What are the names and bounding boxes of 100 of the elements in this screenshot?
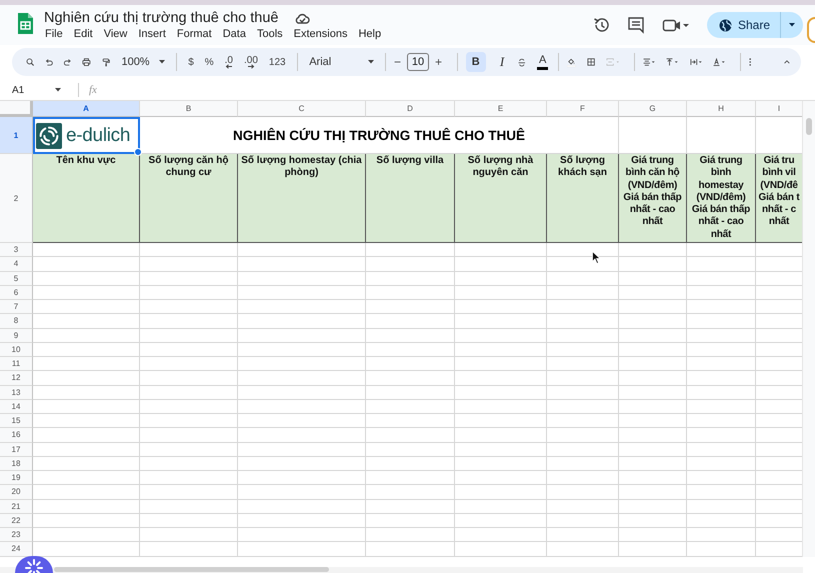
table-cell[interactable] [140,471,238,486]
menu-item[interactable]: Extensions [294,28,348,40]
number-format-button[interactable]: .00 [240,56,262,68]
table-cell[interactable] [366,386,455,400]
column-header[interactable]: I [756,101,802,117]
row-header[interactable]: 10 [0,342,33,357]
table-cell[interactable] [687,542,756,556]
table-cell[interactable] [455,328,547,343]
table-cell[interactable] [33,257,140,272]
table-cell[interactable] [547,314,619,328]
table-cell[interactable] [455,300,547,314]
table-cell[interactable] [619,243,687,258]
table-cell[interactable] [140,456,238,471]
table-cell[interactable] [238,371,366,386]
menu-item[interactable]: Format [176,28,212,40]
row-header[interactable]: 22 [0,514,33,528]
table-cell[interactable] [455,442,547,457]
table-cell[interactable] [619,314,687,328]
table-cell[interactable] [687,257,756,272]
table-cell[interactable] [547,286,619,300]
row-header[interactable]: 7 [0,300,33,314]
italic-button[interactable]: I [494,52,510,72]
table-cell[interactable] [33,514,140,528]
table-cell[interactable] [238,328,366,343]
table-cell[interactable] [238,357,366,372]
row-header[interactable]: 21 [0,500,33,514]
table-cell[interactable] [366,414,455,428]
header-cell[interactable]: Giá trung bình căn hộ (VND/đêm) Giá bán thấp nhất - cao nhất [619,154,687,243]
table-cell[interactable] [366,328,455,343]
table-cell[interactable] [33,471,140,486]
table-cell[interactable] [455,414,547,428]
table-cell[interactable] [619,386,687,400]
row-header[interactable]: 12 [0,371,33,386]
table-cell[interactable] [238,442,366,457]
table-cell[interactable] [687,485,756,500]
table-cell[interactable] [547,386,619,400]
table-cell[interactable] [455,500,547,514]
table-cell[interactable] [455,314,547,328]
table-cell[interactable] [140,400,238,414]
header-cell[interactable]: Số lượng villa [366,154,455,243]
table-cell[interactable] [455,371,547,386]
table-cell[interactable] [238,528,366,542]
table-cell[interactable] [140,328,238,343]
table-cell[interactable] [619,456,687,471]
table-cell[interactable] [455,542,547,556]
table-cell[interactable] [33,414,140,428]
table-cell[interactable] [455,400,547,414]
table-cell[interactable] [33,328,140,343]
table-cell[interactable] [366,428,455,442]
table-cell[interactable] [687,400,756,414]
table-cell[interactable] [619,257,687,272]
table-cell[interactable] [547,485,619,500]
avatar[interactable] [807,17,815,43]
menu-item[interactable]: View [104,28,128,40]
table-cell[interactable] [366,257,455,272]
table-cell[interactable] [619,485,687,500]
row-header[interactable]: 6 [0,286,33,300]
row-header[interactable]: 4 [0,257,33,272]
table-cell[interactable] [33,428,140,442]
table-cell[interactable] [33,442,140,457]
table-cell[interactable] [33,272,140,286]
table-cell[interactable] [366,243,455,258]
table-cell[interactable] [547,414,619,428]
logo-icon[interactable] [36,122,62,148]
row-header[interactable]: 23 [0,528,33,542]
column-header[interactable]: C [238,101,366,117]
number-format-button[interactable]: $ [184,58,198,66]
table-cell[interactable] [455,357,547,372]
table-cell[interactable] [455,286,547,300]
table-cell[interactable] [140,357,238,372]
header-cell[interactable]: Giá trung bình homestay (VND/đêm) Giá bán thấp nhất - cao nhất [687,154,756,243]
table-cell[interactable] [687,243,756,258]
column-header[interactable]: E [455,101,547,117]
column-header[interactable]: F [547,101,619,117]
header-cell[interactable]: Số lượng căn hộ chung cư [140,154,238,243]
header-cell[interactable]: Tên khu vực [33,154,140,243]
document-title[interactable]: Nghiên cứu thị trường thuê cho thuê [44,10,278,26]
table-cell[interactable] [140,257,238,272]
table-cell[interactable] [33,314,140,328]
row-header[interactable]: 24 [0,542,33,556]
row-header[interactable]: 17 [0,442,33,457]
column-header[interactable]: D [366,101,455,117]
row-header[interactable]: 5 [0,272,33,286]
table-cell[interactable] [687,471,756,486]
row-header[interactable]: 1 [0,117,33,154]
row-header[interactable]: 8 [0,314,33,328]
row-header[interactable]: 11 [0,357,33,372]
table-cell[interactable] [687,428,756,442]
table-cell[interactable] [455,257,547,272]
table-cell[interactable] [687,371,756,386]
table-cell[interactable] [33,357,140,372]
table-cell[interactable] [140,500,238,514]
table-cell[interactable] [140,371,238,386]
table-cell[interactable] [687,514,756,528]
comment-icon[interactable] [626,16,645,34]
table-cell[interactable] [547,442,619,457]
table-cell[interactable] [33,371,140,386]
table-cell[interactable] [33,243,140,258]
table-cell[interactable] [547,542,619,556]
name-box[interactable]: A1 [12,84,70,96]
